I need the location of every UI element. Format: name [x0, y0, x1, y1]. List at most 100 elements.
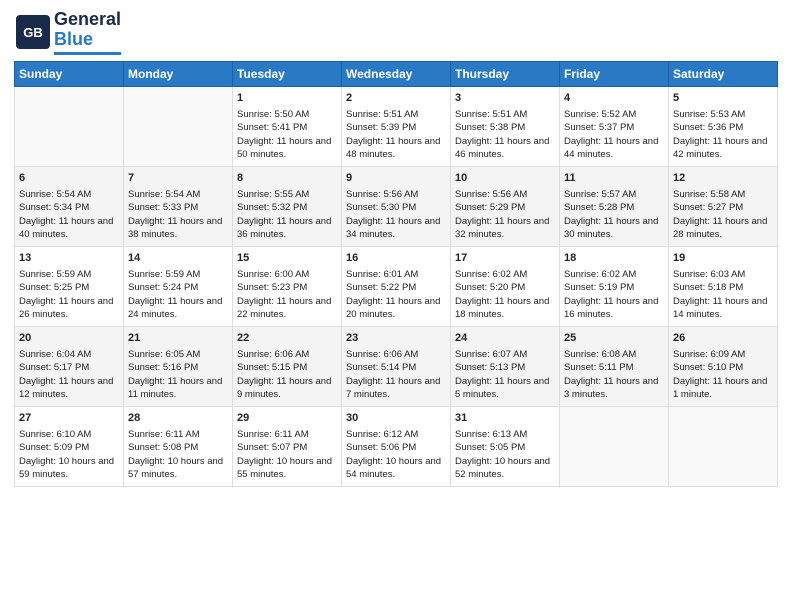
day-number: 24 [455, 331, 555, 346]
sunset: Sunset: 5:25 PM [19, 282, 89, 293]
calendar-cell: 19Sunrise: 6:03 AMSunset: 5:18 PMDayligh… [669, 246, 778, 326]
daylight: Daylight: 11 hours and 5 minutes. [455, 376, 549, 400]
sunset: Sunset: 5:05 PM [455, 442, 525, 453]
sunset: Sunset: 5:36 PM [673, 122, 743, 133]
day-number: 15 [237, 251, 337, 266]
sunset: Sunset: 5:34 PM [19, 202, 89, 213]
daylight: Daylight: 11 hours and 50 minutes. [237, 136, 331, 160]
sunset: Sunset: 5:37 PM [564, 122, 634, 133]
daylight: Daylight: 11 hours and 16 minutes. [564, 296, 658, 320]
day-number: 8 [237, 171, 337, 186]
day-number: 19 [673, 251, 773, 266]
logo: GB General Blue [14, 10, 121, 55]
calendar-table: SundayMondayTuesdayWednesdayThursdayFrid… [14, 61, 778, 487]
day-number: 5 [673, 91, 773, 106]
sunrise: Sunrise: 6:11 AM [237, 429, 309, 440]
weekday-header-row: SundayMondayTuesdayWednesdayThursdayFrid… [15, 61, 778, 86]
sunset: Sunset: 5:07 PM [237, 442, 307, 453]
day-number: 1 [237, 91, 337, 106]
sunset: Sunset: 5:18 PM [673, 282, 743, 293]
sunrise: Sunrise: 5:54 AM [19, 189, 91, 200]
header: GB General Blue [14, 10, 778, 55]
weekday-header-thursday: Thursday [451, 61, 560, 86]
sunset: Sunset: 5:11 PM [564, 362, 634, 373]
calendar-cell: 6Sunrise: 5:54 AMSunset: 5:34 PMDaylight… [15, 166, 124, 246]
sunrise: Sunrise: 5:53 AM [673, 109, 745, 120]
daylight: Daylight: 11 hours and 48 minutes. [346, 136, 440, 160]
sunrise: Sunrise: 5:50 AM [237, 109, 309, 120]
calendar-cell: 1 Sunrise: 5:50 AM Sunset: 5:41 PM Daylight… [233, 86, 342, 166]
calendar-cell: 24 Sunrise: 6:07 AM Sunset: 5:13 PM Dayligh… [451, 326, 560, 406]
sunset: Sunset: 5:28 PM [564, 202, 634, 213]
sunset: Sunset: 5:10 PM [673, 362, 743, 373]
sunrise: Sunrise: 6:02 AM [564, 269, 636, 280]
sunrise: Sunrise: 6:00 AM [237, 269, 309, 280]
sunrise: Sunrise: 6:08 AM [564, 349, 636, 360]
day-number: 3 [455, 91, 555, 106]
sunrise: Sunrise: 5:59 AM [19, 269, 91, 280]
sunset: Sunset: 5:17 PM [19, 362, 89, 373]
sunrise: Sunrise: 6:09 AM [673, 349, 745, 360]
daylight: Daylight: 11 hours and 46 minutes. [455, 136, 549, 160]
day-number: 13 [19, 251, 119, 266]
logo-general: General [54, 9, 121, 29]
day-number: 27 [19, 411, 119, 426]
calendar-cell: 5Sunrise: 5:53 AMSunset: 5:36 PMDaylight… [669, 86, 778, 166]
weekday-header-saturday: Saturday [669, 61, 778, 86]
sunrise: Sunrise: 5:56 AM [455, 189, 527, 200]
sunset: Sunset: 5:27 PM [673, 202, 743, 213]
weekday-header-monday: Monday [124, 61, 233, 86]
day-number: 12 [673, 171, 773, 186]
sunset: Sunset: 5:20 PM [455, 282, 525, 293]
sunrise: Sunrise: 6:06 AM [237, 349, 309, 360]
sunrise: Sunrise: 5:57 AM [564, 189, 636, 200]
calendar-cell: 23Sunrise: 6:06 AMSunset: 5:14 PMDayligh… [342, 326, 451, 406]
sunset: Sunset: 5:13 PM [455, 362, 525, 373]
calendar-week-5: 27Sunrise: 6:10 AMSunset: 5:09 PMDayligh… [15, 406, 778, 486]
sunset: Sunset: 5:41 PM [237, 122, 307, 133]
sunrise: Sunrise: 6:06 AM [346, 349, 418, 360]
main-container: GB General Blue SundayMondayTuesdayWedne… [0, 0, 792, 495]
sunrise: Sunrise: 6:07 AM [455, 349, 527, 360]
weekday-header-friday: Friday [560, 61, 669, 86]
sunset: Sunset: 5:38 PM [455, 122, 525, 133]
sunset: Sunset: 5:06 PM [346, 442, 416, 453]
calendar-cell: 4Sunrise: 5:52 AMSunset: 5:37 PMDaylight… [560, 86, 669, 166]
sunrise: Sunrise: 5:51 AM [455, 109, 527, 120]
sunrise: Sunrise: 5:55 AM [237, 189, 309, 200]
daylight: Daylight: 11 hours and 30 minutes. [564, 216, 658, 240]
calendar-cell: 31Sunrise: 6:13 AMSunset: 5:05 PMDayligh… [451, 406, 560, 486]
sunset: Sunset: 5:29 PM [455, 202, 525, 213]
day-number: 14 [128, 251, 228, 266]
daylight: Daylight: 10 hours and 54 minutes. [346, 456, 441, 480]
sunrise: Sunrise: 6:04 AM [19, 349, 91, 360]
calendar-cell [669, 406, 778, 486]
calendar-cell: 2Sunrise: 5:51 AMSunset: 5:39 PMDaylight… [342, 86, 451, 166]
calendar-cell: 7Sunrise: 5:54 AMSunset: 5:33 PMDaylight… [124, 166, 233, 246]
daylight: Daylight: 11 hours and 14 minutes. [673, 296, 767, 320]
logo-blue: Blue [54, 29, 93, 49]
sunset: Sunset: 5:39 PM [346, 122, 416, 133]
daylight: Daylight: 11 hours and 9 minutes. [237, 376, 331, 400]
sunrise: Sunrise: 5:56 AM [346, 189, 418, 200]
daylight: Daylight: 11 hours and 28 minutes. [673, 216, 767, 240]
sunset: Sunset: 5:14 PM [346, 362, 416, 373]
day-number: 2 [346, 91, 446, 106]
calendar-cell: 26Sunrise: 6:09 AMSunset: 5:10 PMDayligh… [669, 326, 778, 406]
daylight: Daylight: 11 hours and 40 minutes. [19, 216, 113, 240]
daylight: Daylight: 11 hours and 26 minutes. [19, 296, 113, 320]
daylight: Daylight: 11 hours and 32 minutes. [455, 216, 549, 240]
sunset: Sunset: 5:15 PM [237, 362, 307, 373]
daylight: Daylight: 11 hours and 20 minutes. [346, 296, 440, 320]
calendar-week-2: 6Sunrise: 5:54 AMSunset: 5:34 PMDaylight… [15, 166, 778, 246]
daylight: Daylight: 11 hours and 3 minutes. [564, 376, 658, 400]
sunrise: Sunrise: 5:52 AM [564, 109, 636, 120]
sunset: Sunset: 5:24 PM [128, 282, 198, 293]
calendar-week-4: 20Sunrise: 6:04 AMSunset: 5:17 PMDayligh… [15, 326, 778, 406]
sunrise: Sunrise: 6:05 AM [128, 349, 200, 360]
day-number: 7 [128, 171, 228, 186]
sunset: Sunset: 5:30 PM [346, 202, 416, 213]
calendar-cell: 12Sunrise: 5:58 AMSunset: 5:27 PMDayligh… [669, 166, 778, 246]
calendar-cell: 13 Sunrise: 5:59 AM Sunset: 5:25 PM Dayligh… [15, 246, 124, 326]
sunrise: Sunrise: 5:59 AM [128, 269, 200, 280]
